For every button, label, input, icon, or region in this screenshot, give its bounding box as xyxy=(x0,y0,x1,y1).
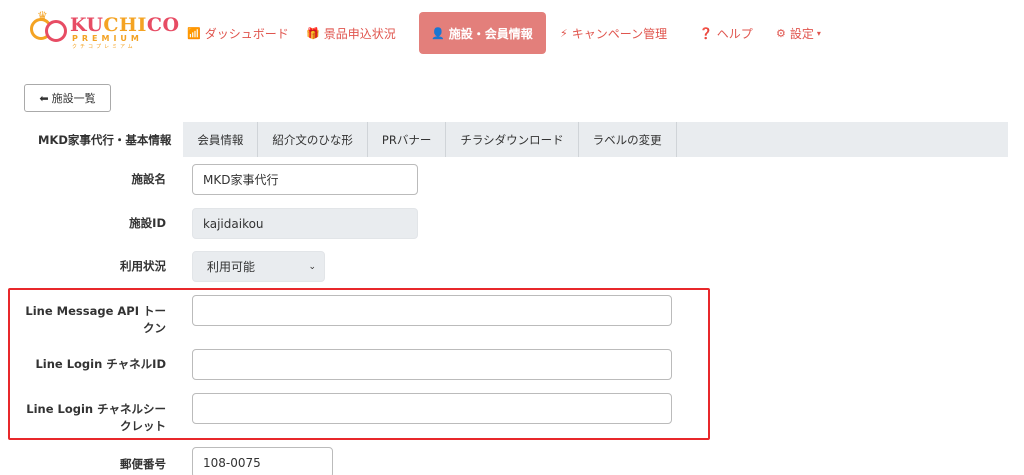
line-message-api-token-label: Line Message API トー クン xyxy=(25,303,166,337)
nav-campaign-management-label: キャンペーン管理 xyxy=(571,26,668,41)
line-message-api-token-label-line1: Line Message API トー xyxy=(25,304,166,318)
line-login-channel-secret-label-line2: クレット xyxy=(120,419,166,433)
tab-label-change[interactable]: ラベルの変更 xyxy=(578,122,677,157)
usage-status-select[interactable]: 利用可能 ⌄ xyxy=(192,251,325,282)
line-login-channel-secret-input[interactable] xyxy=(192,393,672,424)
nav-settings-label: 設定 xyxy=(789,26,814,41)
logo-kana: クチコプレミアム xyxy=(72,44,136,50)
line-message-api-token-input[interactable] xyxy=(192,295,672,326)
arrow-left-icon: ⬅ xyxy=(39,91,49,105)
gear-icon: ⚙ xyxy=(776,26,786,40)
postal-code-input[interactable]: 108-0075 xyxy=(192,447,333,475)
tab-flyer-download[interactable]: チラシダウンロード xyxy=(446,122,579,157)
top-navbar: ♛ KUCHICO PREMIUM クチコプレミアム 📶 ダッシュボード 🎁 景… xyxy=(0,0,1024,66)
back-button-label: 施設一覧 xyxy=(51,92,96,105)
tab-pr-banner[interactable]: PRバナー xyxy=(367,122,447,157)
nav-facility-member-info-label: 施設・会員情報 xyxy=(448,26,533,41)
tab-basic-info[interactable]: MKD家事代行・基本情報 xyxy=(24,122,184,157)
kuchico-premium-logo[interactable]: ♛ KUCHICO PREMIUM クチコプレミアム xyxy=(30,9,179,50)
nav-prize-status[interactable]: 🎁 景品申込状況 xyxy=(306,12,396,54)
nav-settings-dropdown[interactable]: ⚙ 設定 ▾ xyxy=(776,12,821,54)
back-to-facility-list-button[interactable]: ⬅ 施設一覧 xyxy=(24,84,111,112)
gift-icon: 🎁 xyxy=(306,26,320,40)
facility-name-label: 施設名 xyxy=(131,172,167,186)
nav-prize-status-label: 景品申込状況 xyxy=(323,26,396,41)
logo-crown-icon: ♛ xyxy=(37,9,48,23)
lightning-icon: ⚡ xyxy=(560,26,568,40)
chevron-down-icon: ⌄ xyxy=(308,261,316,272)
bar-chart-icon: 📶 xyxy=(187,26,201,40)
line-login-channel-id-label: Line Login チャネルID xyxy=(35,357,166,371)
facility-id-readonly-field: kajidaikou xyxy=(192,208,418,239)
nav-dashboard-label: ダッシュボード xyxy=(204,26,289,41)
facility-tabs: MKD家事代行・基本情報 会員情報 紹介文のひな形 PRバナー チラシダウンロー… xyxy=(24,122,1008,157)
tab-bar-fill xyxy=(676,122,1008,157)
postal-code-label: 郵便番号 xyxy=(120,457,166,471)
user-icon: 👤 xyxy=(431,26,445,40)
facility-id-label: 施設ID xyxy=(129,216,166,230)
line-login-channel-secret-label: Line Login チャネルシー クレット xyxy=(26,401,166,435)
line-login-channel-id-input[interactable] xyxy=(192,349,672,380)
usage-status-label: 利用状況 xyxy=(120,259,166,273)
line-message-api-token-label-line2: クン xyxy=(143,321,166,335)
question-circle-icon: ❓ xyxy=(699,26,713,40)
nav-facility-member-info[interactable]: 👤 施設・会員情報 xyxy=(419,12,546,54)
nav-campaign-management[interactable]: ⚡ キャンペーン管理 xyxy=(560,12,667,54)
logo-brand-text: KUCHICO xyxy=(70,14,180,36)
logo-face-pink-icon xyxy=(45,20,67,42)
usage-status-selected-value: 利用可能 xyxy=(207,260,256,274)
logo-subtitle: PREMIUM xyxy=(72,34,143,43)
caret-down-icon: ▾ xyxy=(816,28,821,38)
line-login-channel-secret-label-line1: Line Login チャネルシー xyxy=(26,402,166,416)
tab-intro-template[interactable]: 紹介文のひな形 xyxy=(258,122,368,157)
nav-dashboard[interactable]: 📶 ダッシュボード xyxy=(187,12,289,54)
facility-name-input[interactable]: MKD家事代行 xyxy=(192,164,418,195)
tab-member-info[interactable]: 会員情報 xyxy=(183,122,259,157)
nav-help[interactable]: ❓ ヘルプ xyxy=(699,12,753,54)
nav-help-label: ヘルプ xyxy=(716,26,753,41)
